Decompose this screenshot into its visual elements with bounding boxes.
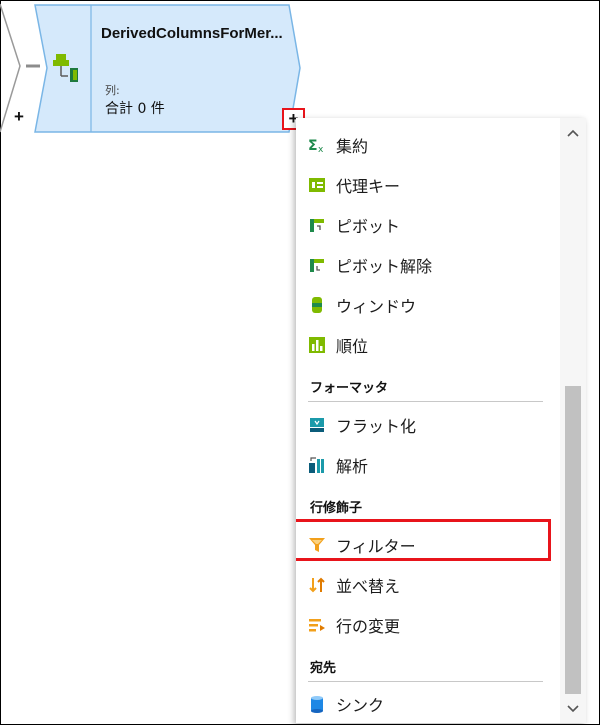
section-title-row-modifiers: 行修飾子 <box>310 501 363 516</box>
menu-item-label: 順位 <box>336 337 369 356</box>
menu-item-label: フィルター <box>336 537 416 556</box>
menu-item-label: ウィンドウ <box>336 297 417 316</box>
menu-item-window[interactable]: ウィンドウ <box>308 290 548 320</box>
menu-item-rank[interactable]: 順位 <box>308 330 548 360</box>
scrollbar-thumb[interactable] <box>565 386 581 694</box>
section-title-formatters: フォーマッタ <box>310 381 389 396</box>
menu-item-sort[interactable]: 並べ替え <box>308 570 548 600</box>
menu-scrollbar[interactable] <box>560 118 586 723</box>
unpivot-icon <box>310 259 324 272</box>
menu-item-surrogate-key[interactable]: 代理キー <box>308 170 548 200</box>
node-title: DerivedColumnsForMer... <box>101 25 283 42</box>
svg-text:Σ: Σ <box>308 138 318 154</box>
columns-count: 合計 0 件 <box>105 101 165 117</box>
pivot-icon <box>310 219 324 232</box>
menu-item-sink[interactable]: シンク <box>308 689 548 719</box>
menu-item-label: フラット化 <box>336 417 417 436</box>
scroll-down-arrow-icon[interactable] <box>560 698 586 720</box>
menu-item-unpivot[interactable]: ピボット解除 <box>308 250 548 280</box>
transform-dropdown-menu: Σ x 集約 代理キー ピボット ピボット解除 ウィンドウ 順位 フォーマッタ … <box>296 118 586 723</box>
parse-icon <box>309 457 324 473</box>
add-transform-button-left[interactable]: + <box>14 108 24 126</box>
menu-item-label: 解析 <box>336 457 369 476</box>
sink-icon <box>311 696 323 713</box>
menu-item-label: 並べ替え <box>336 577 401 596</box>
menu-item-label: 行の変更 <box>336 617 401 636</box>
menu-item-label: ピボット <box>336 217 401 236</box>
derived-column-icon <box>53 54 78 82</box>
menu-item-aggregate[interactable]: Σ x 集約 <box>308 130 548 160</box>
svg-text:x: x <box>318 145 324 154</box>
flatten-icon <box>310 418 324 432</box>
menu-item-parse[interactable]: 解析 <box>308 450 548 480</box>
menu-item-alter-row[interactable]: 行の変更 <box>308 610 548 640</box>
menu-item-label: 代理キー <box>336 177 401 196</box>
menu-item-flatten[interactable]: フラット化 <box>308 410 548 440</box>
menu-item-pivot[interactable]: ピボット <box>308 210 548 240</box>
menu-item-label: シンク <box>336 696 385 715</box>
window-icon <box>312 297 322 313</box>
alter-row-icon <box>309 619 325 632</box>
aggregate-icon: Σ x <box>308 138 324 154</box>
scroll-up-arrow-icon[interactable] <box>560 122 586 144</box>
section-divider <box>308 401 543 402</box>
section-divider <box>308 681 543 682</box>
rank-icon <box>309 337 325 353</box>
sort-icon <box>309 577 325 593</box>
columns-label: 列: <box>105 84 120 97</box>
surrogate-key-icon <box>309 178 325 192</box>
section-title-destination: 宛先 <box>310 661 337 676</box>
menu-item-label: ピボット解除 <box>336 257 433 276</box>
menu-item-filter[interactable]: フィルター <box>308 530 548 560</box>
filter-icon <box>309 538 325 552</box>
menu-item-label: 集約 <box>336 137 369 156</box>
